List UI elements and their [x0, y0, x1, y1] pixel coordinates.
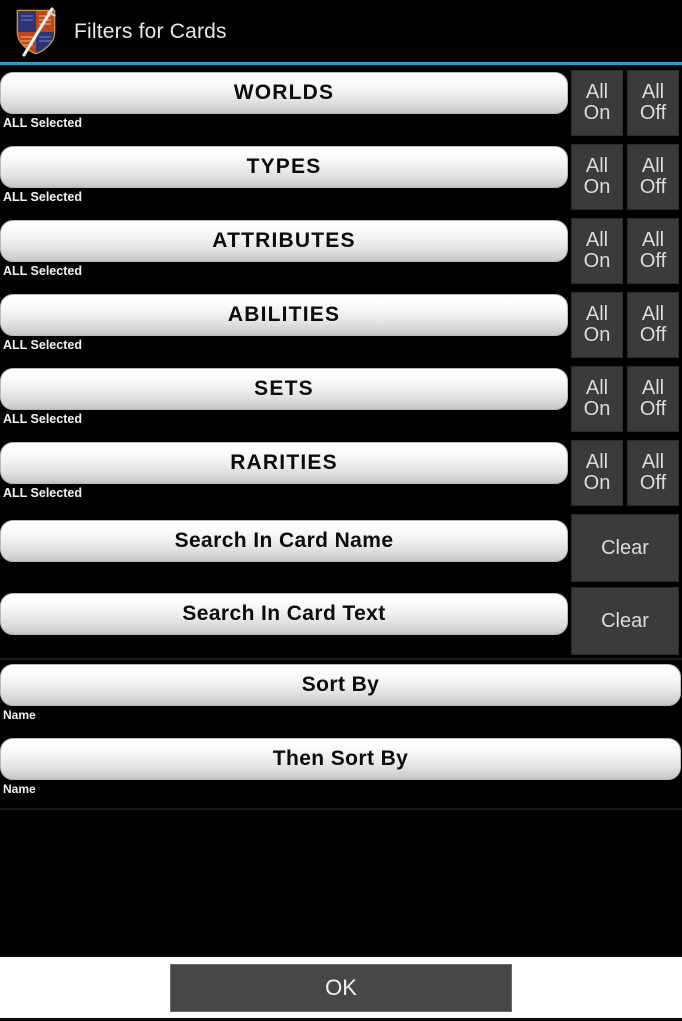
all-off-line2: Off	[639, 102, 667, 124]
all-off-line2: Off	[639, 176, 667, 198]
all-on-line2: On	[583, 102, 611, 124]
all-off-line2: Off	[639, 250, 667, 272]
filter-status-attributes: ALL Selected	[3, 264, 82, 278]
ok-button[interactable]: OK	[170, 963, 512, 1012]
all-off-line2: Off	[639, 472, 667, 494]
filter-row-sets: SETS All On All Off ALL Selected	[0, 364, 682, 438]
all-on-line2: On	[583, 472, 611, 494]
search-row-card-text: Search In Card Text Clear	[0, 585, 682, 658]
all-off-line2: Off	[639, 398, 667, 420]
search-card-text-input[interactable]: Search In Card Text	[0, 593, 568, 635]
filter-label: WORLDS	[233, 81, 335, 104]
all-off-line1: All	[641, 81, 665, 104]
all-on-line1: All	[585, 303, 609, 326]
filter-status-rarities: ALL Selected	[3, 486, 82, 500]
filter-label: ABILITIES	[227, 303, 341, 326]
then-sort-by-value: Name	[3, 782, 36, 796]
filter-row-attributes: ATTRIBUTES All On All Off ALL Selected	[0, 216, 682, 290]
all-on-line1: All	[585, 451, 609, 474]
all-off-button-attributes[interactable]: All Off	[627, 218, 679, 284]
all-on-line2: On	[583, 250, 611, 272]
search-card-name-input[interactable]: Search In Card Name	[0, 520, 568, 562]
all-on-button-abilities[interactable]: All On	[571, 292, 623, 358]
all-off-button-sets[interactable]: All Off	[627, 366, 679, 432]
filters-for-cards-screen: Filters for Cards WORLDS All On All Off AL…	[0, 0, 682, 1021]
filter-label: ATTRIBUTES	[212, 229, 356, 252]
filter-button-worlds[interactable]: WORLDS	[0, 72, 568, 114]
filter-row-types: TYPES All On All Off ALL Selected	[0, 142, 682, 216]
all-off-line1: All	[641, 229, 665, 252]
filter-row-rarities: RARITIES All On All Off ALL Selected	[0, 438, 682, 512]
all-on-button-rarities[interactable]: All On	[571, 440, 623, 506]
filter-button-sets[interactable]: SETS	[0, 368, 568, 410]
all-off-button-rarities[interactable]: All Off	[627, 440, 679, 506]
all-on-button-attributes[interactable]: All On	[571, 218, 623, 284]
filter-button-abilities[interactable]: ABILITIES	[0, 294, 568, 336]
sort-row-primary: Sort By Name	[0, 660, 682, 734]
all-on-button-sets[interactable]: All On	[571, 366, 623, 432]
search-card-name-label: Search In Card Name	[174, 529, 394, 552]
sort-row-secondary: Then Sort By Name	[0, 734, 682, 808]
all-on-line2: On	[583, 324, 611, 346]
ok-label: OK	[325, 974, 357, 1000]
title-bar: Filters for Cards	[0, 0, 682, 62]
filter-button-attributes[interactable]: ATTRIBUTES	[0, 220, 568, 262]
clear-label: Clear	[601, 609, 649, 632]
clear-card-text-button[interactable]: Clear	[571, 587, 679, 655]
all-on-line1: All	[585, 155, 609, 178]
all-on-line2: On	[583, 398, 611, 420]
all-off-button-types[interactable]: All Off	[627, 144, 679, 210]
search-card-text-label: Search In Card Text	[182, 602, 386, 625]
page-title: Filters for Cards	[74, 19, 227, 43]
all-off-line1: All	[641, 451, 665, 474]
filter-label: TYPES	[246, 155, 322, 178]
filter-row-abilities: ABILITIES All On All Off ALL Selected	[0, 290, 682, 364]
then-sort-by-label: Then Sort By	[272, 747, 409, 770]
bottom-section-divider	[0, 808, 682, 810]
filter-status-abilities: ALL Selected	[3, 338, 82, 352]
sort-by-value: Name	[3, 708, 36, 722]
all-off-line1: All	[641, 303, 665, 326]
clear-label: Clear	[601, 536, 649, 559]
filter-status-types: ALL Selected	[3, 190, 82, 204]
all-on-line1: All	[585, 81, 609, 104]
all-off-line2: Off	[639, 324, 667, 346]
sort-by-button[interactable]: Sort By	[0, 664, 681, 706]
filter-status-sets: ALL Selected	[3, 412, 82, 426]
all-off-button-worlds[interactable]: All Off	[627, 70, 679, 136]
bottom-action-bar: OK	[0, 955, 682, 1021]
all-on-button-worlds[interactable]: All On	[571, 70, 623, 136]
shield-sword-icon	[8, 5, 64, 57]
then-sort-by-button[interactable]: Then Sort By	[0, 738, 681, 780]
all-on-button-types[interactable]: All On	[571, 144, 623, 210]
filter-label: RARITIES	[230, 451, 338, 474]
filter-button-rarities[interactable]: RARITIES	[0, 442, 568, 484]
filter-row-worlds: WORLDS All On All Off ALL Selected	[0, 68, 682, 142]
clear-card-name-button[interactable]: Clear	[571, 514, 679, 582]
sort-by-label: Sort By	[301, 673, 380, 696]
filter-status-worlds: ALL Selected	[3, 116, 82, 130]
filter-label: SETS	[254, 377, 314, 400]
all-off-line1: All	[641, 155, 665, 178]
all-on-line1: All	[585, 229, 609, 252]
search-row-card-name: Search In Card Name Clear	[0, 512, 682, 585]
filters-list: WORLDS All On All Off ALL Selected TYPES A…	[0, 65, 682, 955]
all-off-line1: All	[641, 377, 665, 400]
all-on-line1: All	[585, 377, 609, 400]
all-off-button-abilities[interactable]: All Off	[627, 292, 679, 358]
all-on-line2: On	[583, 176, 611, 198]
filter-button-types[interactable]: TYPES	[0, 146, 568, 188]
